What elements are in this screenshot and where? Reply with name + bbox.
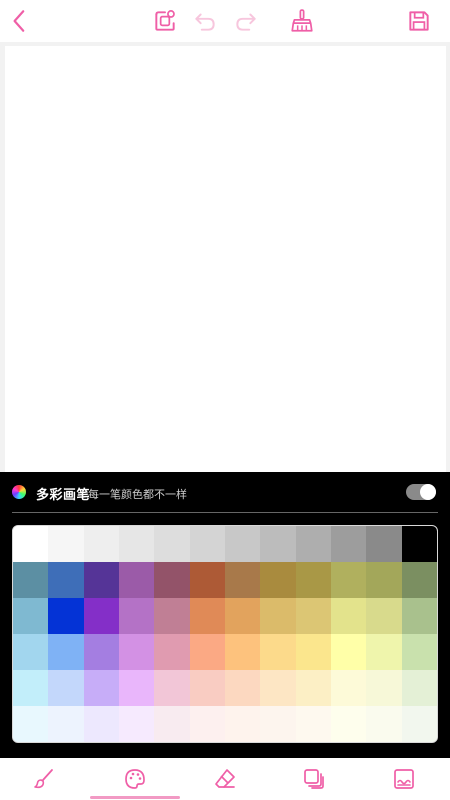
palette-icon[interactable]	[121, 765, 149, 793]
color-swatch[interactable]	[260, 598, 296, 634]
color-swatch[interactable]	[224, 634, 261, 670]
color-swatch[interactable]	[154, 526, 190, 562]
color-swatch[interactable]	[154, 706, 190, 742]
color-swatch[interactable]	[260, 706, 296, 742]
color-swatch[interactable]	[154, 562, 190, 598]
color-swatch[interactable]	[189, 670, 225, 706]
color-swatch[interactable]	[13, 562, 49, 598]
color-swatch[interactable]	[83, 598, 119, 634]
color-swatch[interactable]	[118, 706, 155, 742]
multicolor-toggle[interactable]	[406, 484, 436, 500]
color-swatch[interactable]	[118, 562, 155, 598]
color-swatch[interactable]	[260, 634, 296, 670]
color-swatch[interactable]	[83, 670, 119, 706]
color-swatch[interactable]	[118, 526, 155, 562]
color-swatch[interactable]	[13, 670, 49, 706]
color-swatch[interactable]	[295, 670, 331, 706]
color-swatch[interactable]	[189, 526, 225, 562]
color-swatch[interactable]	[83, 562, 119, 598]
color-swatch[interactable]	[366, 670, 402, 706]
multicolor-brush-title: 多彩画笔	[36, 487, 91, 502]
color-swatch[interactable]	[260, 670, 296, 706]
color-swatch[interactable]	[189, 706, 225, 742]
color-swatch[interactable]	[83, 634, 119, 670]
color-swatch[interactable]	[189, 562, 225, 598]
color-swatch[interactable]	[189, 634, 225, 670]
color-swatch[interactable]	[118, 634, 155, 670]
color-swatch[interactable]	[48, 598, 84, 634]
color-swatch[interactable]	[295, 634, 331, 670]
color-swatch[interactable]	[154, 598, 190, 634]
color-swatch[interactable]	[401, 706, 437, 742]
color-swatch[interactable]	[366, 634, 402, 670]
color-swatch[interactable]	[401, 526, 437, 562]
color-swatch[interactable]	[330, 634, 367, 670]
color-swatch[interactable]	[48, 706, 84, 742]
back-icon[interactable]	[4, 5, 36, 37]
eraser-icon[interactable]	[211, 765, 239, 793]
color-swatch[interactable]	[295, 562, 331, 598]
color-swatch[interactable]	[224, 670, 261, 706]
color-swatch[interactable]	[224, 598, 261, 634]
color-swatch[interactable]	[224, 526, 261, 562]
color-swatch[interactable]	[330, 562, 367, 598]
color-swatch[interactable]	[260, 526, 296, 562]
color-swatch[interactable]	[366, 706, 402, 742]
color-swatch[interactable]	[366, 598, 402, 634]
color-swatch[interactable]	[295, 526, 331, 562]
color-swatch[interactable]	[48, 562, 84, 598]
color-swatch[interactable]	[401, 562, 437, 598]
color-swatch[interactable]	[401, 670, 437, 706]
toggle-knob	[420, 484, 436, 500]
color-swatch[interactable]	[48, 670, 84, 706]
color-swatch[interactable]	[330, 598, 367, 634]
color-swatch[interactable]	[366, 526, 402, 562]
active-tab-indicator	[90, 796, 180, 799]
bottom-tool-bar	[0, 758, 450, 800]
add-image-icon[interactable]	[149, 5, 181, 37]
color-swatch[interactable]	[401, 598, 437, 634]
color-swatch[interactable]	[224, 562, 261, 598]
color-swatch[interactable]	[13, 598, 49, 634]
color-swatch[interactable]	[154, 634, 190, 670]
color-swatch[interactable]	[13, 706, 49, 742]
background-image-icon[interactable]	[390, 765, 418, 793]
color-swatch[interactable]	[330, 706, 367, 742]
drawing-app: 多彩画笔 每一笔颜色都不一样	[0, 0, 450, 800]
rainbow-icon	[12, 485, 26, 499]
clear-broom-icon[interactable]	[286, 5, 318, 37]
drawing-canvas[interactable]	[5, 46, 446, 474]
color-swatch[interactable]	[48, 526, 84, 562]
color-swatch[interactable]	[189, 598, 225, 634]
save-icon[interactable]	[403, 5, 435, 37]
color-swatch[interactable]	[48, 634, 84, 670]
color-swatch[interactable]	[260, 562, 296, 598]
color-swatch[interactable]	[330, 670, 367, 706]
color-swatch[interactable]	[401, 634, 437, 670]
color-swatch[interactable]	[366, 562, 402, 598]
multicolor-brush-description: 每一笔颜色都不一样	[88, 489, 187, 501]
color-swatch[interactable]	[154, 670, 190, 706]
color-swatch[interactable]	[295, 706, 331, 742]
brush-icon[interactable]	[30, 765, 58, 793]
color-swatch[interactable]	[13, 634, 49, 670]
color-swatch[interactable]	[118, 598, 155, 634]
layers-icon[interactable]	[300, 765, 328, 793]
color-swatch[interactable]	[224, 706, 261, 742]
color-swatch[interactable]	[83, 526, 119, 562]
redo-icon[interactable]	[230, 5, 262, 37]
color-swatch[interactable]	[118, 670, 155, 706]
color-swatch[interactable]	[330, 526, 367, 562]
top-toolbar	[0, 0, 450, 42]
undo-icon[interactable]	[189, 5, 221, 37]
color-swatch[interactable]	[13, 526, 49, 562]
panel-divider	[12, 512, 438, 513]
color-swatch[interactable]	[295, 598, 331, 634]
color-palette-grid	[12, 525, 438, 743]
color-swatch[interactable]	[83, 706, 119, 742]
